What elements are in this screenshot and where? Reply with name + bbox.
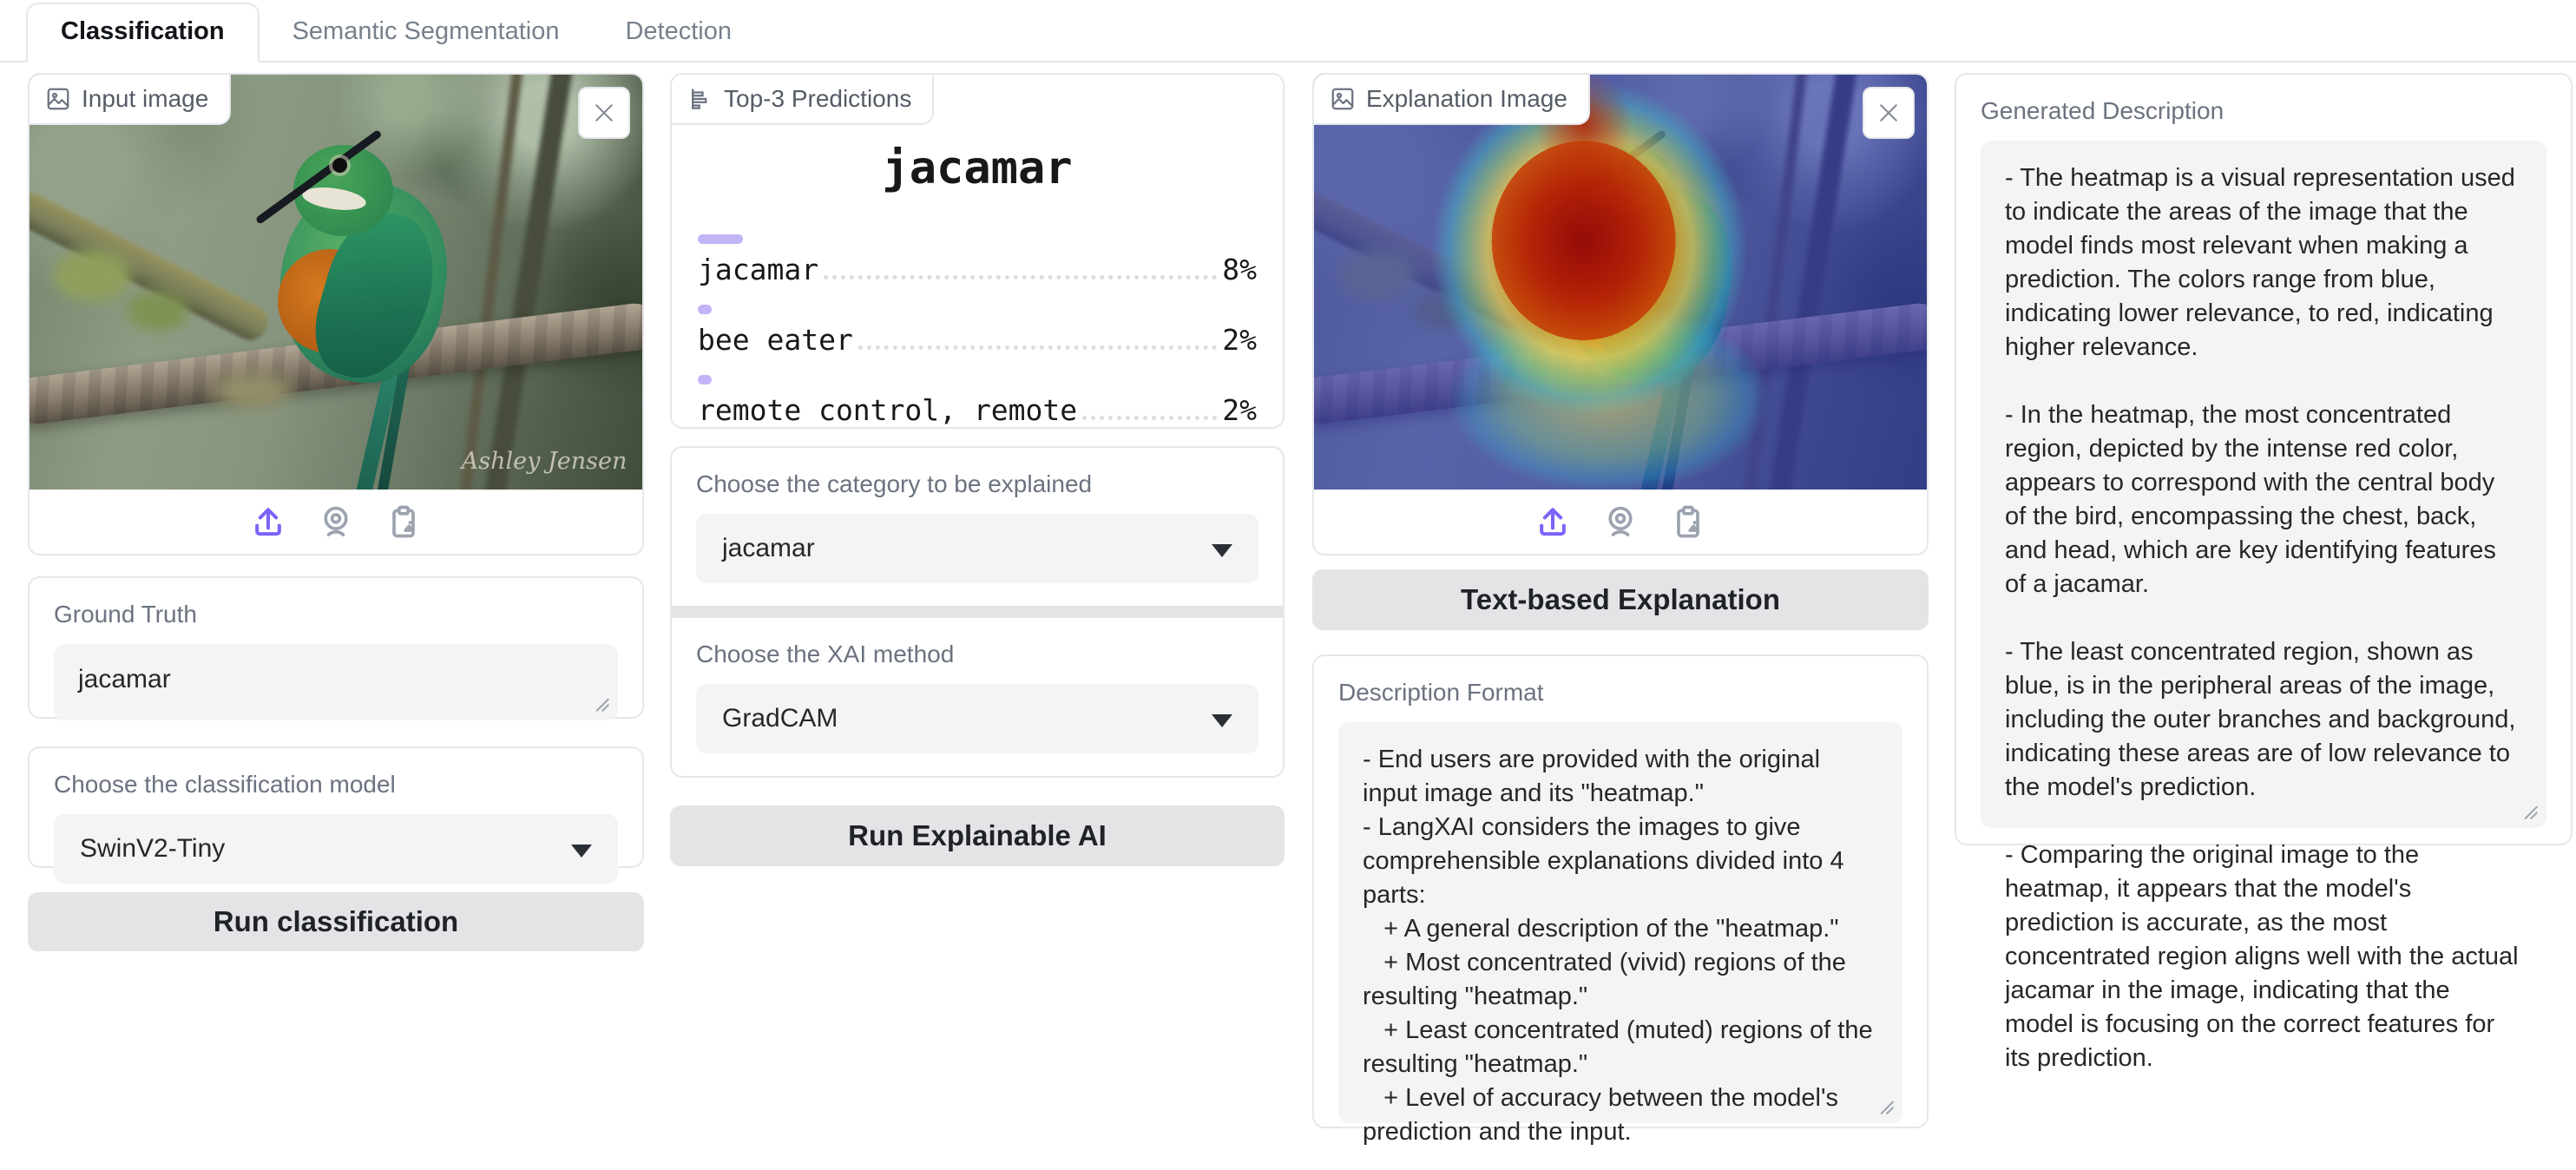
model-select-label: Choose the classification model bbox=[54, 771, 396, 798]
description-format-textarea[interactable]: - End users are provided with the origin… bbox=[1338, 722, 1902, 1146]
model-select-value: SwinV2-Tiny bbox=[80, 834, 226, 863]
top3-predictions-panel: Top-3 Predictions jacamar jacamar 8% bee e… bbox=[670, 73, 1285, 429]
input-image-label: Input image bbox=[82, 85, 209, 112]
jacamar-photo: Ashley Jensen bbox=[30, 75, 642, 490]
confidence-bar bbox=[698, 305, 712, 314]
gradcam-heatmap bbox=[1314, 75, 1927, 490]
xai-method-panel: Choose the XAI method GradCAM bbox=[672, 618, 1283, 776]
chevron-down-icon bbox=[1212, 714, 1232, 727]
confidence-bar bbox=[698, 234, 743, 244]
dotted-leader bbox=[1082, 416, 1218, 420]
image-icon bbox=[1331, 88, 1354, 110]
heatmap-overlay bbox=[1314, 75, 1927, 490]
model-select-panel: Choose the classification model SwinV2-T… bbox=[28, 746, 644, 884]
group-divider bbox=[672, 606, 1283, 618]
chevron-down-icon bbox=[1212, 544, 1232, 557]
tab-detection[interactable]: Detection bbox=[592, 4, 765, 61]
category-select-dropdown[interactable]: jacamar bbox=[696, 514, 1258, 583]
description-format-label: Description Format bbox=[1338, 679, 1544, 706]
xai-method-value: GradCAM bbox=[722, 704, 838, 733]
ground-truth-value: jacamar bbox=[78, 665, 171, 693]
text-based-explanation-button[interactable]: Text-based Explanation bbox=[1312, 569, 1929, 630]
confidence-bar bbox=[698, 375, 712, 385]
explanation-image-chip: Explanation Image bbox=[1314, 75, 1590, 125]
top3-predictions-label: Top-3 Predictions bbox=[724, 85, 912, 112]
ground-truth-input[interactable]: jacamar bbox=[54, 644, 618, 720]
clear-explanation-image-button[interactable] bbox=[1863, 87, 1915, 139]
tab-bar: Classification Semantic Segmentation Det… bbox=[0, 3, 2576, 62]
clear-input-image-button[interactable] bbox=[578, 87, 630, 139]
ground-truth-label: Ground Truth bbox=[54, 601, 197, 628]
input-image-chip: Input image bbox=[30, 75, 232, 125]
prediction-class-label: remote control, remote bbox=[698, 393, 1078, 427]
ground-truth-panel: Ground Truth jacamar bbox=[28, 576, 644, 720]
webcam-icon[interactable] bbox=[1601, 503, 1640, 541]
tab-classification[interactable]: Classification bbox=[26, 3, 260, 62]
category-select-panel: Choose the category to be explained jaca… bbox=[672, 448, 1283, 606]
prediction-confidence: 8% bbox=[1222, 253, 1257, 286]
chevron-down-icon bbox=[571, 845, 592, 858]
prediction-confidence: 2% bbox=[1222, 323, 1257, 357]
category-select-value: jacamar bbox=[722, 534, 815, 562]
generated-description-value: - The heatmap is a visual representation… bbox=[2005, 164, 2519, 1072]
xai-controls-group: Choose the category to be explained jaca… bbox=[670, 446, 1285, 778]
prediction-row: remote control, remote 2% bbox=[698, 393, 1257, 428]
explanation-image-label: Explanation Image bbox=[1366, 85, 1567, 112]
prediction-class-label: jacamar bbox=[698, 253, 819, 286]
top-class-value: jacamar bbox=[882, 142, 1073, 194]
generated-description-panel: Generated Description - The heatmap is a… bbox=[1955, 73, 2573, 1072]
paste-image-icon[interactable] bbox=[384, 503, 423, 541]
upload-icon[interactable] bbox=[249, 503, 287, 541]
photo-watermark: Ashley Jensen bbox=[461, 448, 628, 476]
resize-handle-icon[interactable] bbox=[1873, 1094, 1896, 1116]
xai-method-label: Choose the XAI method bbox=[696, 641, 955, 667]
tab-semantic-segmentation[interactable]: Semantic Segmentation bbox=[260, 4, 593, 61]
explanation-image[interactable] bbox=[1314, 75, 1927, 490]
xai-method-dropdown[interactable]: GradCAM bbox=[696, 684, 1258, 753]
webcam-icon[interactable] bbox=[317, 503, 355, 541]
image-icon bbox=[47, 88, 69, 110]
bar-chart-icon bbox=[692, 89, 707, 109]
explanation-image-toolbar bbox=[1314, 490, 1927, 554]
upload-icon[interactable] bbox=[1534, 503, 1572, 541]
dotted-leader bbox=[858, 345, 1218, 350]
input-image[interactable]: Ashley Jensen bbox=[30, 75, 642, 490]
dotted-leader bbox=[824, 275, 1218, 279]
prediction-row: jacamar 8% bbox=[698, 253, 1257, 287]
prediction-row: bee eater 2% bbox=[698, 323, 1257, 358]
prediction-class-label: bee eater bbox=[698, 323, 853, 357]
category-select-label: Choose the category to be explained bbox=[696, 470, 1093, 497]
generated-description-label: Generated Description bbox=[1981, 97, 2224, 124]
prediction-confidence: 2% bbox=[1222, 393, 1257, 427]
input-image-toolbar bbox=[30, 490, 642, 554]
prediction-list: jacamar 8% bee eater 2% remote control, remo… bbox=[672, 194, 1283, 428]
description-format-value: - End users are provided with the origin… bbox=[1363, 746, 1873, 1146]
run-classification-button[interactable]: Run classification bbox=[28, 892, 644, 951]
generated-description-textarea[interactable]: - The heatmap is a visual representation… bbox=[1981, 141, 2546, 1072]
resize-handle-icon[interactable] bbox=[588, 691, 611, 713]
model-select-dropdown[interactable]: SwinV2-Tiny bbox=[54, 814, 618, 884]
input-image-panel: Input image Ashley Jensen bbox=[28, 73, 644, 555]
top3-predictions-chip: Top-3 Predictions bbox=[672, 75, 935, 125]
explanation-image-panel: Explanation Image bbox=[1312, 73, 1929, 555]
close-icon bbox=[1880, 104, 1897, 122]
paste-image-icon[interactable] bbox=[1669, 503, 1707, 541]
description-format-panel: Description Format - End users are provi… bbox=[1312, 654, 1929, 1146]
run-explainable-ai-button[interactable]: Run Explainable AI bbox=[670, 805, 1285, 866]
close-icon bbox=[595, 104, 613, 122]
resize-handle-icon[interactable] bbox=[2517, 799, 2540, 821]
